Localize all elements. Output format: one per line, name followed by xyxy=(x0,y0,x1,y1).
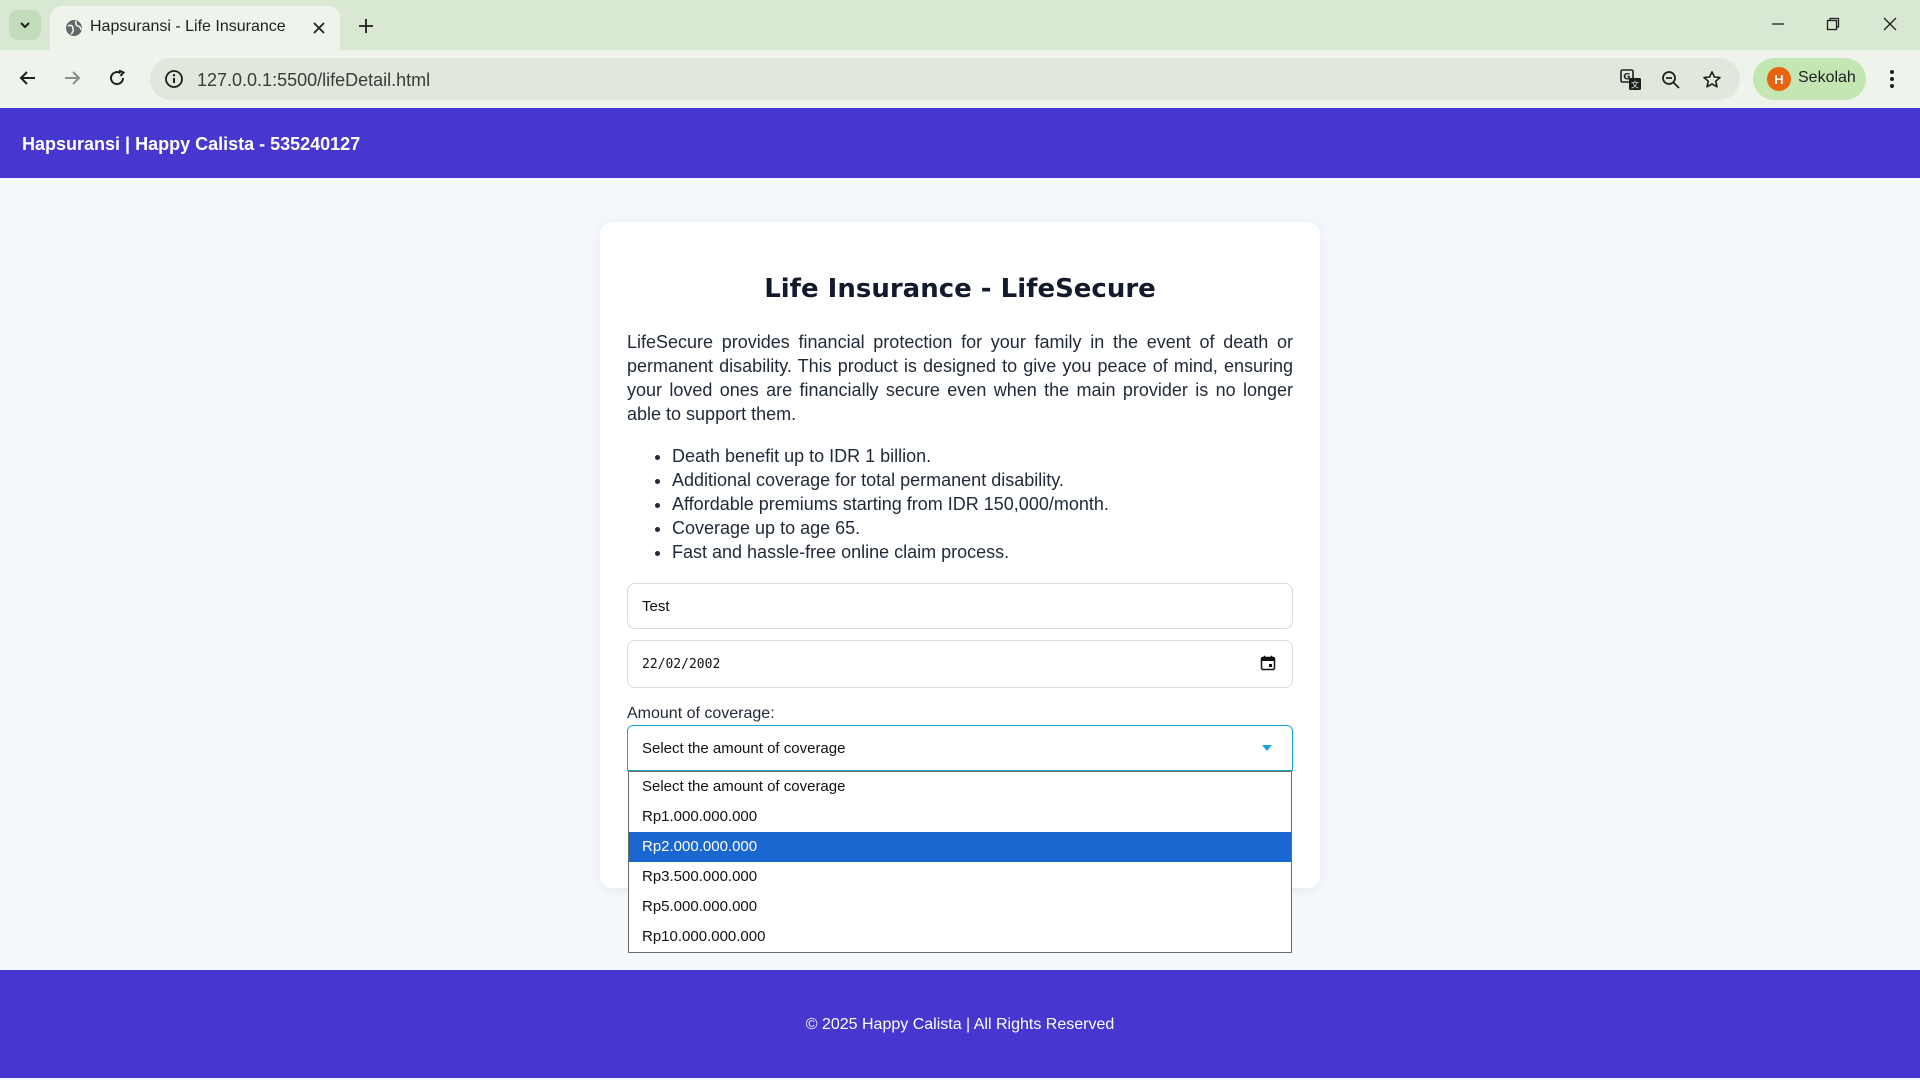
birthdate-input[interactable]: 22/02/2002 xyxy=(627,640,1293,688)
product-description: LifeSecure provides financial protection… xyxy=(627,332,1293,424)
translate-button[interactable]: G文 xyxy=(1619,68,1643,92)
reload-button[interactable] xyxy=(101,62,133,94)
feature-item: Coverage up to age 65. xyxy=(672,516,1292,540)
name-input[interactable]: Test xyxy=(627,583,1293,629)
new-tab-button[interactable] xyxy=(352,12,380,40)
feature-item: Affordable premiums starting from IDR 15… xyxy=(672,492,1292,516)
profile-name: Sekolah xyxy=(1798,69,1856,86)
coverage-option[interactable]: Rp10.000.000.000 xyxy=(629,922,1291,952)
site-header: Hapsuransi | Happy Calista - 535240127 xyxy=(0,108,1920,178)
caret-down-icon xyxy=(1262,745,1272,751)
coverage-option[interactable]: Rp5.000.000.000 xyxy=(629,892,1291,922)
feature-item: Fast and hassle-free online claim proces… xyxy=(672,540,1292,564)
zoom-out-icon xyxy=(1662,71,1680,89)
feature-item: Death benefit up to IDR 1 billion. xyxy=(672,444,1292,468)
browser-tabstrip: Hapsuransi - Life Insurance xyxy=(0,0,1920,50)
coverage-label: Amount of coverage: xyxy=(627,705,775,722)
bookmark-button[interactable] xyxy=(1700,68,1724,92)
name-input-value: Test xyxy=(642,597,670,615)
coverage-option[interactable]: Rp1.000.000.000 xyxy=(629,802,1291,832)
coverage-dropdown-list: Select the amount of coverage Rp1.000.00… xyxy=(628,771,1292,953)
back-button[interactable] xyxy=(12,62,44,94)
coverage-select-value: Select the amount of coverage xyxy=(642,739,846,757)
coverage-option[interactable]: Rp3.500.000.000 xyxy=(629,862,1291,892)
coverage-option-highlighted[interactable]: Rp2.000.000.000 xyxy=(629,832,1291,862)
profile-button[interactable]: H Sekolah xyxy=(1753,58,1866,100)
tab-search-button[interactable] xyxy=(9,10,41,40)
minimize-button[interactable] xyxy=(1758,8,1798,40)
svg-text:文: 文 xyxy=(1631,80,1639,90)
coverage-option[interactable]: Select the amount of coverage xyxy=(629,772,1291,802)
globe-icon xyxy=(66,20,82,36)
site-brand[interactable]: Hapsuransi | Happy Calista - 535240127 xyxy=(22,134,360,155)
plus-icon xyxy=(359,19,373,33)
tab-title: Hapsuransi - Life Insurance xyxy=(90,18,286,35)
restore-button[interactable] xyxy=(1813,8,1853,40)
browser-tab-active[interactable]: Hapsuransi - Life Insurance xyxy=(50,6,340,50)
feature-item: Additional coverage for total permanent … xyxy=(672,468,1292,492)
product-title: Life Insurance - LifeSecure xyxy=(764,274,1156,304)
reload-icon xyxy=(110,69,126,86)
coverage-select[interactable]: Select the amount of coverage xyxy=(627,725,1293,771)
translate-icon: G文 xyxy=(1620,69,1641,90)
browser-toolbar: 127.0.0.1:5500/lifeDetail.html G文 H Seko… xyxy=(0,50,1920,108)
avatar: H xyxy=(1767,67,1791,91)
close-window-button[interactable] xyxy=(1870,8,1910,40)
url-text[interactable]: 127.0.0.1:5500/lifeDetail.html xyxy=(197,70,430,91)
star-icon xyxy=(1703,71,1721,88)
address-bar[interactable]: 127.0.0.1:5500/lifeDetail.html G文 xyxy=(150,58,1740,100)
site-footer: © 2025 Happy Calista | All Rights Reserv… xyxy=(0,970,1920,1078)
minimize-icon xyxy=(1772,23,1784,25)
restore-icon xyxy=(1826,17,1840,31)
browser-menu-button[interactable] xyxy=(1880,63,1904,95)
chevron-down-icon xyxy=(20,22,30,29)
footer-copyright: © 2025 Happy Calista | All Rights Reserv… xyxy=(805,1016,1115,1033)
arrow-left-icon xyxy=(19,71,35,85)
arrow-right-icon xyxy=(65,71,81,85)
calendar-icon[interactable] xyxy=(1260,655,1276,671)
more-vert-icon xyxy=(1890,70,1894,88)
zoom-button[interactable] xyxy=(1659,68,1683,92)
close-icon xyxy=(313,22,325,34)
site-info-icon[interactable] xyxy=(164,69,184,89)
close-icon xyxy=(1883,17,1897,31)
feature-list: Death benefit up to IDR 1 billion. Addit… xyxy=(672,444,1292,564)
birthdate-input-value: 22/02/2002 xyxy=(642,656,721,672)
tab-close-button[interactable] xyxy=(308,17,330,39)
forward-button[interactable] xyxy=(56,62,88,94)
